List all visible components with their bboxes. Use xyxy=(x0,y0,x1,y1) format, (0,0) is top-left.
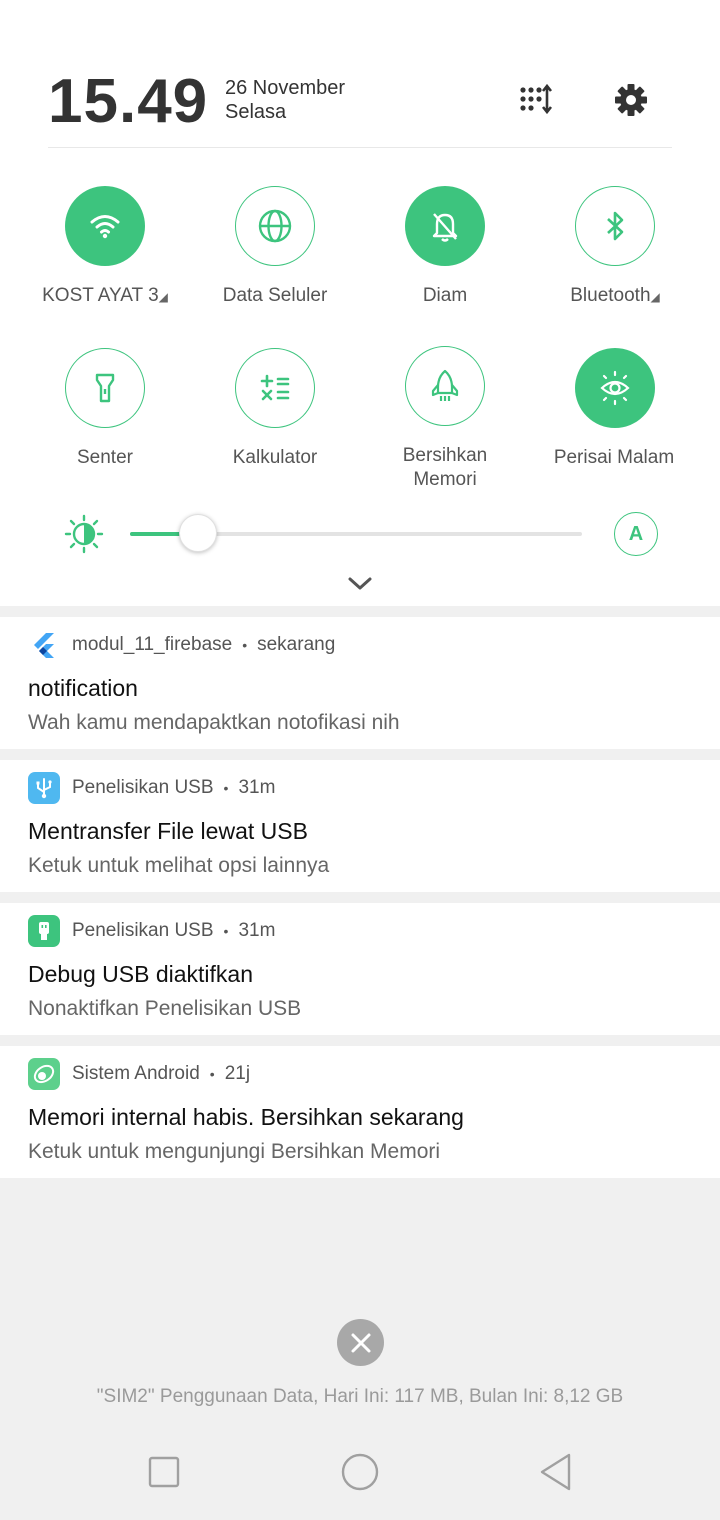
quick-settings-panel: 15.49 26 November Selasa KOST AYAT 3◢ Da… xyxy=(0,0,720,606)
tile-calculator-label: Kalkulator xyxy=(232,447,318,468)
android-debug-icon xyxy=(28,915,60,947)
eye-shield-icon xyxy=(600,370,630,406)
wifi-icon xyxy=(90,215,120,239)
home-button[interactable] xyxy=(340,1452,380,1492)
rocket-icon xyxy=(431,369,459,401)
notification-title: Debug USB diaktifkan xyxy=(28,961,254,987)
clean-memory-icon xyxy=(28,1058,60,1090)
data-usage-text[interactable]: "SIM2" Penggunaan Data, Hari Ini: 117 MB… xyxy=(0,1386,720,1408)
notification-header: Penelisikan USB • 31m xyxy=(28,772,275,804)
recents-button[interactable] xyxy=(144,1452,184,1492)
notification-time: 21j xyxy=(224,1063,251,1084)
calculator-icon xyxy=(260,374,290,401)
notification-title: Mentransfer File lewat USB xyxy=(28,818,308,844)
notification-title: Memori internal habis. Bersihkan sekaran… xyxy=(28,1104,464,1130)
header-divider xyxy=(48,147,672,148)
notification-time: 31m xyxy=(238,777,276,798)
notification-body: Wah kamu mendapaktkan notofikasi nih xyxy=(28,711,400,734)
notification-header: Sistem Android • 21j xyxy=(28,1058,250,1090)
close-icon xyxy=(351,1333,370,1352)
tile-mobile-data[interactable] xyxy=(235,186,315,266)
tile-wifi-label: KOST AYAT 3◢ xyxy=(42,285,168,306)
tile-clean-memory[interactable] xyxy=(405,346,485,426)
day-text: Selasa xyxy=(225,101,287,123)
notification-app-name: Penelisikan USB xyxy=(72,920,214,941)
notification-time: sekarang xyxy=(257,634,336,655)
bluetooth-icon xyxy=(607,211,624,241)
gear-icon[interactable] xyxy=(613,82,649,118)
notification-body: Ketuk untuk mengunjungi Bersihkan Memori xyxy=(28,1140,441,1163)
brightness-slider-thumb[interactable] xyxy=(178,514,217,552)
notification-app-name: Sistem Android xyxy=(72,1063,200,1084)
flashlight-icon xyxy=(95,373,115,403)
tile-silent[interactable] xyxy=(405,186,485,266)
globe-icon xyxy=(258,209,292,243)
tile-mobile-data-label: Data Seluler xyxy=(222,285,328,306)
auto-brightness-button[interactable]: A xyxy=(614,512,658,556)
tile-clean-memory-label: Bersihkan Memori xyxy=(402,445,488,490)
notification-card[interactable]: Penelisikan USB • 31m Mentransfer File l… xyxy=(0,760,720,892)
notification-card[interactable]: modul_11_firebase • sekarang notificatio… xyxy=(0,617,720,749)
tile-flashlight[interactable] xyxy=(65,348,145,428)
edit-tiles-icon[interactable] xyxy=(518,82,554,118)
notification-title: notification xyxy=(28,675,138,701)
notification-body: Nonaktifkan Penelisikan USB xyxy=(28,997,302,1020)
clock[interactable]: 15.49 xyxy=(48,66,208,137)
tile-bluetooth[interactable] xyxy=(575,186,655,266)
notification-header: Penelisikan USB • 31m xyxy=(28,915,275,947)
separator-dot: • xyxy=(223,923,229,939)
bell-off-icon xyxy=(432,213,458,242)
notification-app-name: Penelisikan USB xyxy=(72,777,214,798)
tile-night-shield-label: Perisai Malam xyxy=(553,447,675,468)
tile-wifi[interactable] xyxy=(65,186,145,266)
tile-silent-label: Diam xyxy=(422,285,468,306)
separator-dot: • xyxy=(209,1066,215,1082)
notification-card[interactable]: Penelisikan USB • 31m Debug USB diaktifk… xyxy=(0,903,720,1035)
back-button[interactable] xyxy=(536,1452,576,1492)
usb-icon xyxy=(28,772,60,804)
notification-app-name: modul_11_firebase xyxy=(72,634,233,655)
tile-calculator[interactable] xyxy=(235,348,315,428)
tile-bluetooth-label: Bluetooth◢ xyxy=(570,285,660,306)
notification-time: 31m xyxy=(238,920,276,941)
notification-body: Ketuk untuk melihat opsi lainnya xyxy=(28,854,330,877)
separator-dot: • xyxy=(242,637,248,653)
date-block[interactable]: 26 November Selasa xyxy=(225,76,345,124)
clear-all-button[interactable] xyxy=(337,1319,384,1366)
notification-header: modul_11_firebase • sekarang xyxy=(28,629,335,661)
tile-night-shield[interactable] xyxy=(575,348,655,428)
flutter-icon xyxy=(28,629,60,661)
brightness-icon xyxy=(64,514,104,554)
separator-dot: • xyxy=(223,780,229,796)
notification-card[interactable]: Sistem Android • 21j Memori internal hab… xyxy=(0,1046,720,1178)
tile-flashlight-label: Senter xyxy=(77,447,133,468)
chevron-down-icon[interactable] xyxy=(346,574,374,594)
date-text: 26 November xyxy=(225,77,346,99)
